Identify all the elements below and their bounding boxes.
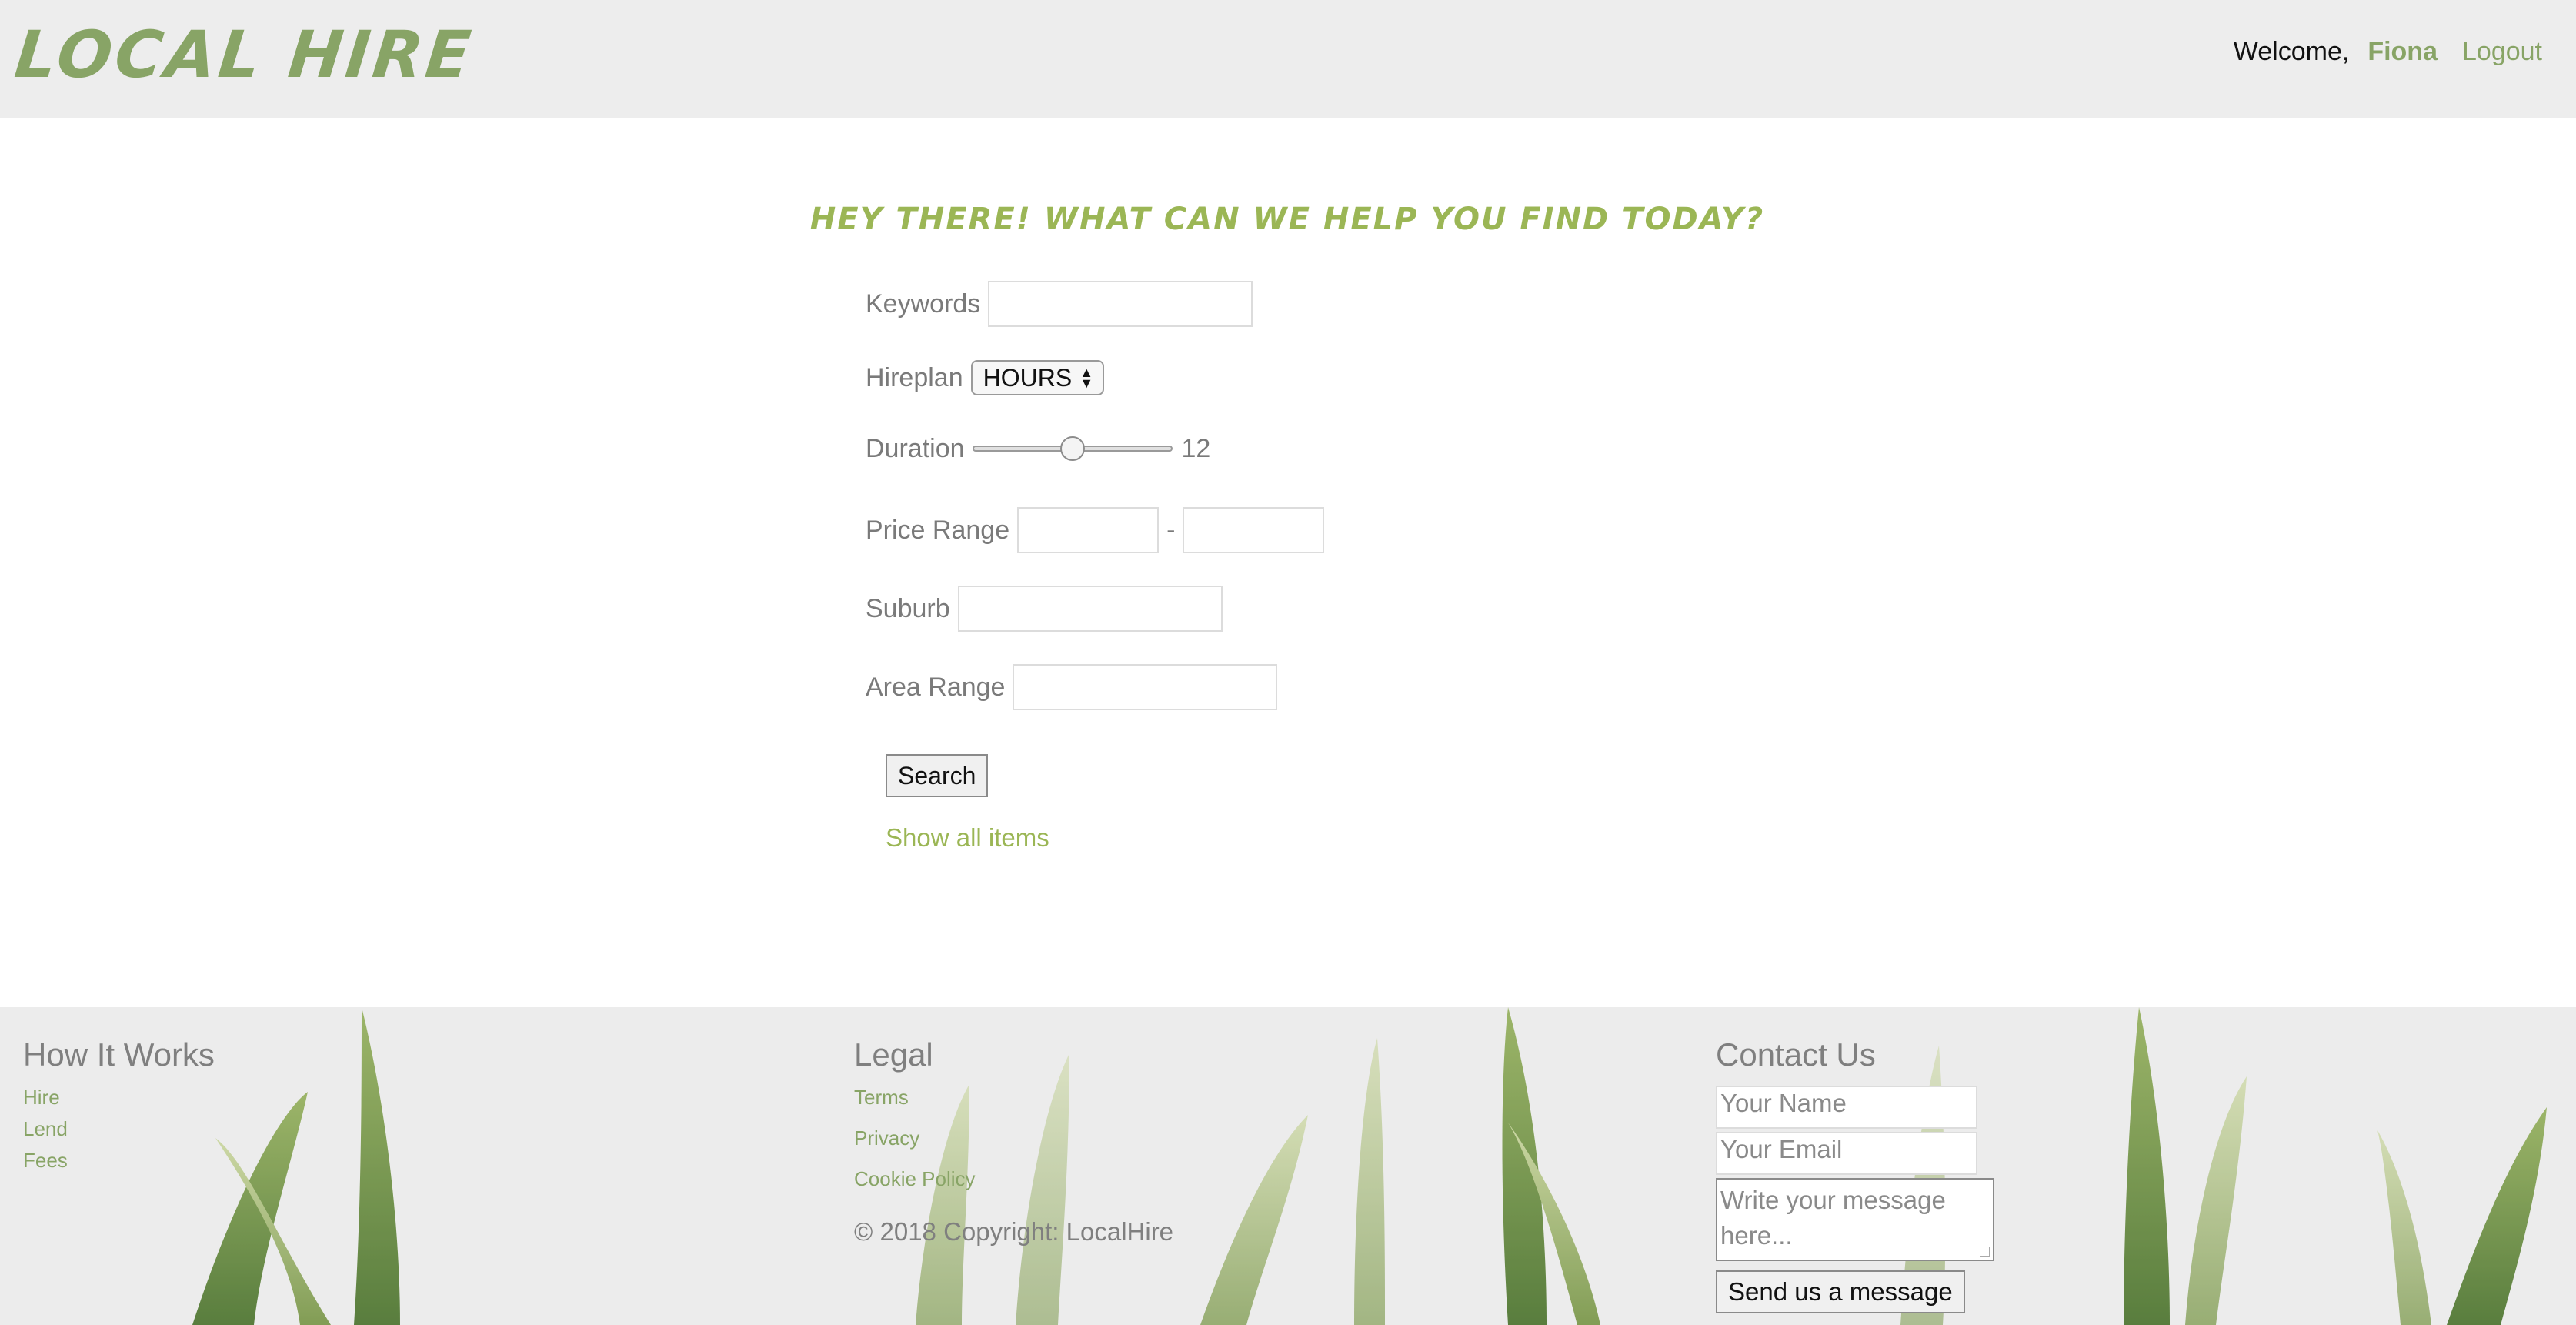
price-min-input[interactable] bbox=[1017, 507, 1160, 553]
footer-link-privacy[interactable]: Privacy bbox=[854, 1126, 1173, 1150]
page-headline: HEY THERE! WHAT CAN WE HELP YOU FIND TOD… bbox=[809, 202, 1765, 237]
duration-label: Duration bbox=[866, 433, 965, 463]
welcome-text: Welcome, bbox=[2233, 37, 2350, 66]
contact-email-input[interactable]: Your Email bbox=[1716, 1132, 1977, 1175]
user-nav: Welcome, Fiona Logout bbox=[2234, 37, 2542, 67]
legal-heading: Legal bbox=[854, 1036, 933, 1073]
keywords-row: Keywords bbox=[866, 281, 1253, 327]
site-header: LOCAL HIRE Welcome, Fiona Logout bbox=[0, 0, 2576, 118]
footer-link-fees[interactable]: Fees bbox=[23, 1149, 215, 1173]
contact-message-textarea[interactable]: Write your message here... bbox=[1716, 1178, 1994, 1261]
how-it-works-heading: How It Works bbox=[23, 1036, 215, 1073]
grass-background-image bbox=[192, 1007, 2547, 1325]
contact-name-input[interactable]: Your Name bbox=[1716, 1086, 1977, 1129]
send-message-button[interactable]: Send us a message bbox=[1716, 1270, 1965, 1313]
area-range-label: Area Range bbox=[866, 672, 1006, 702]
user-name-link[interactable]: Fiona bbox=[2367, 37, 2438, 67]
duration-slider[interactable] bbox=[972, 433, 1173, 464]
contact-column: Contact Us Your Name Your Email Write yo… bbox=[1716, 1036, 1994, 1313]
footer-link-cookie-policy[interactable]: Cookie Policy bbox=[854, 1167, 1173, 1191]
hireplan-row: Hireplan HOURS ▲ ▼ bbox=[866, 360, 1105, 395]
footer-link-hire[interactable]: Hire bbox=[23, 1086, 215, 1110]
contact-heading: Contact Us bbox=[1716, 1036, 1876, 1073]
suburb-label: Suburb bbox=[866, 593, 950, 623]
price-max-input[interactable] bbox=[1183, 507, 1325, 553]
hireplan-select[interactable]: HOURS ▲ ▼ bbox=[970, 360, 1105, 395]
price-separator: - bbox=[1166, 515, 1176, 545]
footer-link-terms[interactable]: Terms bbox=[854, 1086, 1173, 1110]
duration-row: Duration 12 bbox=[866, 433, 1210, 464]
duration-value: 12 bbox=[1181, 433, 1211, 463]
search-button[interactable]: Search bbox=[886, 754, 989, 797]
legal-column: Legal Terms Privacy Cookie Policy © 2018… bbox=[854, 1036, 1173, 1247]
logout-link[interactable]: Logout bbox=[2462, 37, 2542, 67]
footer-link-lend[interactable]: Lend bbox=[23, 1117, 215, 1141]
select-arrows-icon: ▲ ▼ bbox=[1079, 365, 1094, 391]
slider-thumb[interactable] bbox=[1059, 436, 1085, 461]
hireplan-label: Hireplan bbox=[866, 362, 963, 392]
copyright-text: © 2018 Copyright: LocalHire bbox=[854, 1217, 1174, 1246]
message-placeholder: Write your message here... bbox=[1720, 1186, 1946, 1250]
price-range-label: Price Range bbox=[866, 515, 1010, 545]
show-all-items-link[interactable]: Show all items bbox=[886, 823, 1049, 853]
site-footer: How It Works Hire Lend Fees Legal Terms … bbox=[0, 1007, 2576, 1325]
site-logo[interactable]: LOCAL HIRE bbox=[12, 17, 477, 92]
keywords-input[interactable] bbox=[988, 281, 1253, 327]
resize-grip-icon[interactable] bbox=[1980, 1247, 1990, 1257]
keywords-label: Keywords bbox=[866, 289, 981, 319]
how-it-works-column: How It Works Hire Lend Fees bbox=[23, 1036, 215, 1180]
price-range-row: Price Range - bbox=[866, 507, 1325, 553]
suburb-row: Suburb bbox=[866, 586, 1223, 632]
hireplan-selected-value: HOURS bbox=[983, 363, 1073, 392]
area-range-row: Area Range bbox=[866, 664, 1278, 710]
area-range-input[interactable] bbox=[1013, 664, 1278, 710]
suburb-input[interactable] bbox=[957, 586, 1223, 632]
